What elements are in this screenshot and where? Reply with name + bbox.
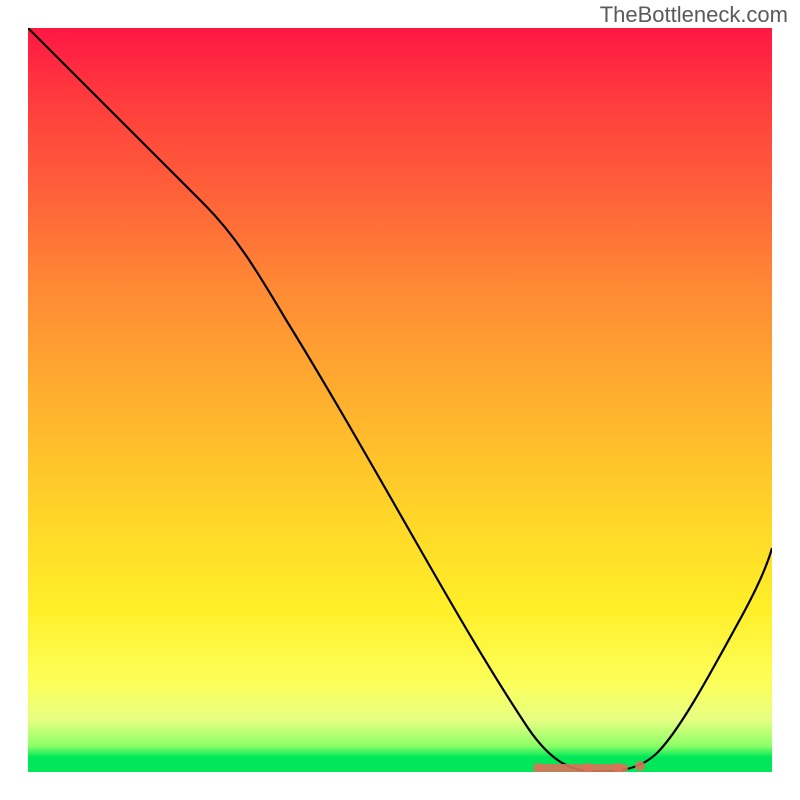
bottom-highlight	[533, 761, 645, 772]
bottleneck-curve	[28, 28, 772, 771]
chart-svg	[28, 28, 772, 772]
watermark-text: TheBottleneck.com	[600, 2, 788, 28]
chart-plot-area	[28, 28, 772, 772]
